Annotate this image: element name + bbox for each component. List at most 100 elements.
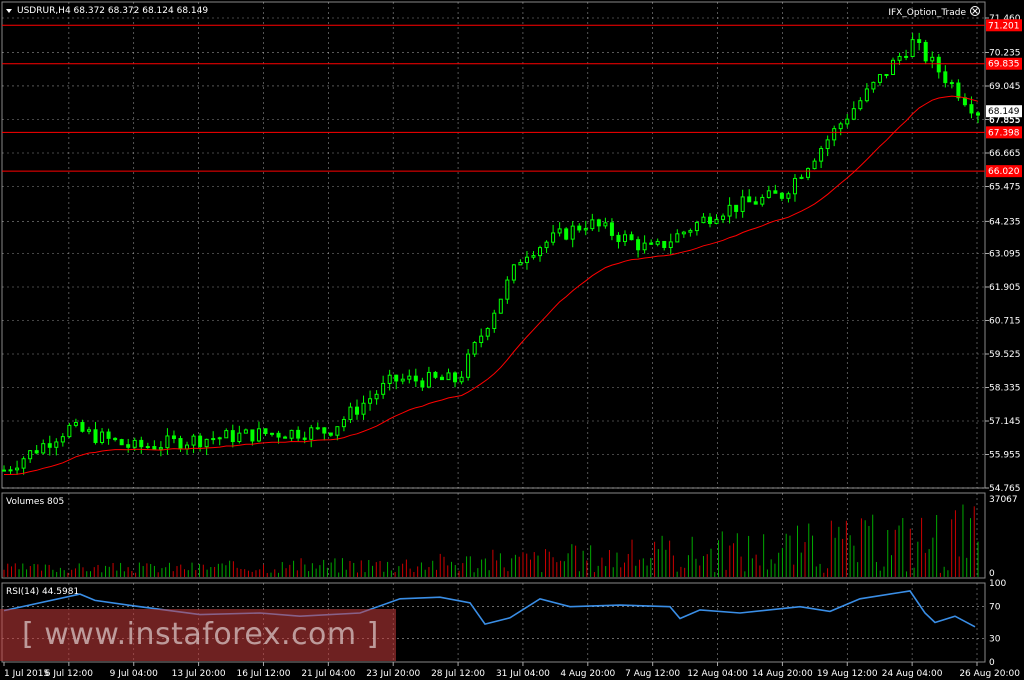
- time-label: 9 Jul 04:00: [110, 669, 159, 679]
- candle-body: [551, 232, 556, 243]
- candle-body: [505, 279, 510, 300]
- candle-body: [381, 382, 386, 395]
- candle-body: [158, 447, 163, 450]
- candle-body: [47, 443, 52, 448]
- candle-body: [564, 228, 569, 240]
- candle-body: [812, 160, 817, 170]
- candle-body: [616, 234, 621, 243]
- candle-body: [54, 441, 59, 448]
- candle-body: [296, 429, 301, 439]
- candle-body: [407, 375, 412, 380]
- candle-body: [766, 190, 771, 198]
- volume-tick-label: 0: [989, 569, 995, 579]
- candle-body: [283, 436, 288, 439]
- price-tick-label: 70.235: [989, 48, 1021, 58]
- candle-body: [707, 216, 712, 224]
- candle-body: [243, 429, 248, 434]
- volume-panel-frame: [1, 492, 986, 579]
- candle-body: [884, 74, 889, 77]
- dropdown-arrow-icon: [6, 9, 12, 13]
- candle-body: [479, 335, 484, 344]
- candle-body: [936, 56, 941, 73]
- candle-body: [498, 298, 503, 314]
- candle-body: [524, 256, 529, 264]
- candle-body: [904, 55, 909, 58]
- chart-canvas[interactable]: 1 Jul 20156 Jul 12:00 9 Jul 04:00 13 Jul 2…: [0, 0, 1024, 680]
- candle-body: [256, 428, 261, 442]
- indicator-name: IFX_Option_Trade: [888, 8, 966, 18]
- candle-body: [714, 218, 719, 224]
- candle-body: [694, 222, 699, 232]
- candle-body: [289, 429, 294, 439]
- candle-body: [374, 393, 379, 400]
- candle-body: [701, 216, 706, 224]
- candle-body: [270, 432, 275, 435]
- candle-body: [211, 438, 216, 441]
- price-tick-label: 55.955: [989, 450, 1021, 460]
- candle-body: [577, 225, 582, 231]
- candle-body: [185, 444, 190, 450]
- candle-body: [851, 108, 856, 120]
- candle-body: [361, 402, 366, 415]
- candle-body: [354, 406, 359, 415]
- candle-body: [67, 424, 72, 438]
- candle-body: [466, 353, 471, 378]
- candle-body: [930, 56, 935, 62]
- candle-body: [773, 190, 778, 194]
- level-label: 69.835: [988, 60, 1020, 70]
- watermark-text: [ www.instaforex.com ]: [22, 617, 379, 652]
- candle-body: [139, 439, 144, 448]
- candle-body: [237, 432, 242, 443]
- rsi-tick-label: 30: [989, 634, 1001, 644]
- candle-body: [590, 219, 595, 230]
- candle-body: [426, 371, 431, 388]
- price-tick-label: 66.665: [989, 149, 1021, 159]
- candle-body: [623, 234, 628, 243]
- candle-body: [727, 204, 732, 217]
- candle-body: [740, 196, 745, 212]
- time-label: 24 Aug 04:00: [882, 669, 943, 679]
- candle-body: [204, 438, 209, 448]
- rsi-tick-label: 0: [989, 658, 995, 668]
- candle-body: [8, 469, 13, 472]
- price-tick-label: 54.765: [989, 484, 1021, 494]
- candle-body: [485, 328, 490, 337]
- candle-body: [152, 446, 157, 450]
- candle-body: [662, 240, 667, 248]
- candle-body: [387, 374, 392, 384]
- price-tick-label: 65.475: [989, 182, 1021, 192]
- candle-body: [60, 436, 65, 443]
- candle-body: [198, 435, 203, 448]
- candle-body: [420, 380, 425, 388]
- candle-body: [753, 201, 758, 205]
- candle-body: [747, 196, 752, 203]
- candle-body: [322, 427, 327, 434]
- main-panel-frame: [1, 1, 986, 489]
- time-label: 1 Jul 2015: [4, 669, 49, 679]
- candle-body: [80, 422, 85, 432]
- candle-body: [583, 228, 588, 231]
- price-tick-label: 61.905: [989, 283, 1021, 293]
- candle-body: [538, 247, 543, 257]
- candle-body: [492, 312, 497, 330]
- candle-body: [838, 123, 843, 130]
- candle-body: [191, 435, 196, 446]
- time-label: 4 Aug 20:00: [560, 669, 615, 679]
- price-label-below: 67.855: [989, 116, 1021, 126]
- candle-body: [609, 222, 614, 236]
- candle-body: [806, 168, 811, 178]
- candle-body: [178, 438, 183, 450]
- time-label: 19 Aug 12:00: [817, 669, 878, 679]
- time-label: 14 Aug 20:00: [752, 669, 813, 679]
- candle-body: [956, 82, 961, 99]
- time-label: 7 Aug 12:00: [625, 669, 680, 679]
- candle-body: [165, 435, 170, 449]
- level-label: 67.398: [988, 128, 1020, 138]
- candle-body: [472, 342, 477, 355]
- candle-body: [230, 430, 235, 443]
- candle-body: [341, 418, 346, 428]
- candle-body: [41, 443, 46, 454]
- candle-body: [309, 427, 314, 440]
- candle-body: [328, 432, 333, 436]
- candle-body: [21, 458, 26, 469]
